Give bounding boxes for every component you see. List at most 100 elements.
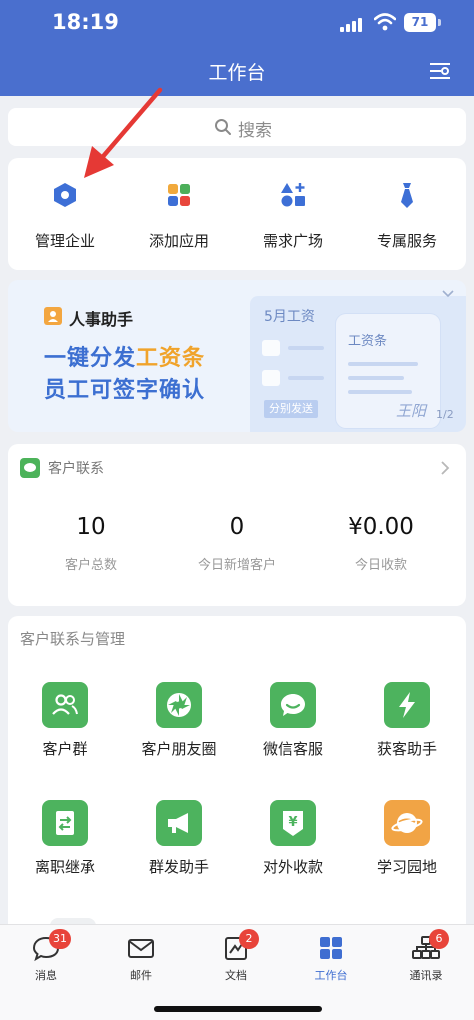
shapes-plus-icon [281,183,305,207]
chevron-down-icon[interactable] [440,288,456,300]
quick-demand-square[interactable]: 需求广场 [236,180,350,251]
status-bar: 18:19 71 [0,0,474,46]
panel-bar [348,390,412,394]
stat-value: ¥0.00 [348,514,414,540]
battery-tip [438,19,441,26]
unread-badge: 2 [239,929,259,949]
banner-title: 人事助手 [69,310,134,329]
app-resignation-inheritance[interactable]: 离职继承 [8,800,122,877]
customer-contact-card[interactable]: 客户联系 10 客户总数 0 今日新增客户 ¥0.00 今日收款 [8,444,466,606]
home-indicator [154,1006,322,1012]
panel-send-button: 分别发送 [264,400,318,418]
battery-indicator: 71 [404,13,436,32]
app-customer-group[interactable]: 客户群 [8,682,122,759]
app-label: 学习园地 [376,858,437,876]
app-learning-garden[interactable]: 学习园地 [350,800,464,877]
payment-icon: ¥ [270,800,316,846]
tab-label: 消息 [35,969,57,982]
stat-label: 今日新增客户 [197,558,276,573]
app-label: 客户朋友圈 [141,740,217,758]
wifi-icon [374,13,396,31]
tab-mail[interactable]: 邮件 [101,933,181,983]
quick-label: 管理企业 [34,232,95,250]
stat-label: 今日收款 [354,558,407,573]
stat-total-customers[interactable]: 10 客户总数 [16,514,166,573]
customer-management-apps: 客户联系与管理 客户群 客户朋友圈 微信客服 获客助手 离职继承 群发助手 ¥ … [8,616,466,946]
search-icon [215,119,231,135]
customer-group-icon [42,682,88,728]
stat-new-customers-today[interactable]: 0 今日新增客户 [162,514,312,573]
wechat-service-icon [270,682,316,728]
app-label: 对外收款 [262,858,323,876]
stat-payments-today[interactable]: ¥0.00 今日收款 [306,514,456,573]
hexagon-icon [54,183,76,207]
quick-actions-card: 管理企业 添加应用 需求广场 专属服务 [8,158,466,270]
panel-row [262,370,280,386]
person-badge-icon [44,307,62,325]
transfer-icon [42,800,88,846]
moments-icon [156,682,202,728]
tab-label: 邮件 [130,969,152,982]
app-acquisition-assistant[interactable]: 获客助手 [350,682,464,759]
app-label: 群发助手 [148,858,209,876]
app-external-payment[interactable]: ¥ 对外收款 [236,800,350,877]
app-customer-moments[interactable]: 客户朋友圈 [122,682,236,759]
panel-row [262,340,280,356]
stat-value: 0 [229,514,245,540]
chevron-right-icon[interactable] [440,460,450,476]
search-placeholder: 搜索 [238,121,272,141]
banner-pager: 1/2 [436,408,454,421]
panel-title: 5月工资 [264,309,315,325]
mail-icon [128,939,154,958]
workspace-icon [320,937,342,959]
quick-label: 需求广场 [262,232,323,250]
tab-label: 通讯录 [409,969,443,982]
tab-workspace[interactable]: 工作台 [291,933,371,983]
cellular-signal-icon [340,16,366,32]
lightning-icon [384,682,430,728]
status-time: 18:19 [52,10,119,34]
app-header: 18:19 71 工作台 [0,0,474,96]
stat-value: 10 [76,514,106,540]
app-label: 微信客服 [262,740,323,758]
payslip-card-title: 工资条 [348,334,388,349]
planet-icon [384,800,430,846]
app-label: 离职继承 [34,858,95,876]
quick-label: 专属服务 [376,232,437,250]
tab-documents[interactable]: 2 文档 [196,929,276,983]
panel-bar [288,346,324,350]
grid-apps-icon [168,184,190,206]
unread-badge: 31 [49,929,71,949]
app-label: 客户群 [42,740,88,758]
app-wechat-service[interactable]: 微信客服 [236,682,350,759]
quick-manage-enterprise[interactable]: 管理企业 [8,180,122,251]
tab-messages[interactable]: 31 消息 [6,929,86,983]
hr-assistant-banner[interactable]: 人事助手 一键分发工资条 员工可签字确认 5月工资 分别发送 工资条 王阳 1/… [8,280,466,432]
quick-label: 添加应用 [148,232,209,250]
stat-label: 客户总数 [64,558,117,573]
customer-contact-title: 客户联系 [48,461,104,477]
svg-text:¥: ¥ [288,815,297,830]
unread-badge: 6 [429,929,449,949]
search-bar[interactable]: 搜索 [8,108,466,146]
app-label: 获客助手 [376,740,437,758]
megaphone-icon [156,800,202,846]
panel-bar [348,376,404,380]
payslip-illustration: 5月工资 分别发送 工资条 王阳 1/2 [250,296,466,432]
banner-headline-2: 员工可签字确认 [44,378,206,403]
tab-contacts[interactable]: 6 通讯录 [386,929,466,983]
page-title: 工作台 [208,62,266,84]
app-mass-messaging[interactable]: 群发助手 [122,800,236,877]
tab-label: 工作台 [314,969,348,982]
section-title: 客户联系与管理 [20,630,126,648]
panel-bar [348,362,418,366]
signature: 王阳 [396,402,427,420]
banner-headline-1: 一键分发工资条 [44,346,206,371]
chat-bubble-icon [20,458,40,478]
quick-add-app[interactable]: 添加应用 [122,180,236,251]
quick-exclusive-service[interactable]: 专属服务 [350,180,464,251]
settings-sliders-icon[interactable] [428,60,452,82]
tie-icon [401,183,413,208]
tab-label: 文档 [225,969,247,982]
panel-bar [288,376,324,380]
